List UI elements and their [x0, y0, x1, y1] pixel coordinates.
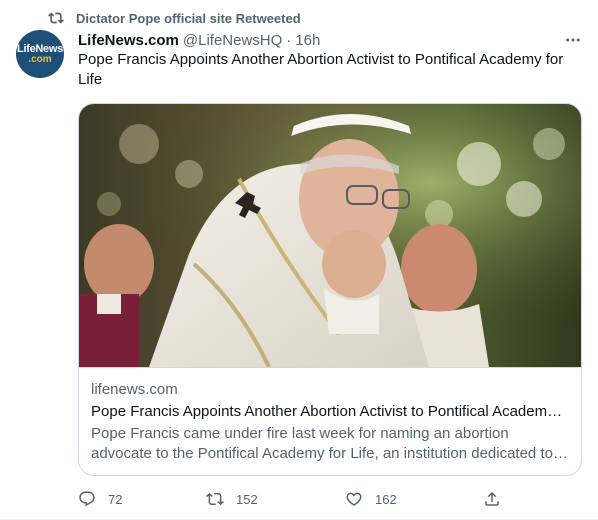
- retweet-icon: [48, 10, 64, 26]
- like-count: 162: [375, 491, 397, 507]
- tweet-text: Pope Francis Appoints Another Abortion A…: [78, 51, 564, 88]
- card-description: Pope Francis came under fire last week f…: [91, 425, 553, 462]
- card-meta: lifenews.com Pope Francis Appoints Anoth…: [79, 367, 581, 475]
- card-image[interactable]: [79, 104, 581, 368]
- tweet-header: LifeNews.com @LifeNewsHQ · 16h: [78, 30, 558, 50]
- retweet-context: Dictator Pope official site Retweeted: [48, 9, 301, 27]
- heart-icon: [346, 492, 362, 506]
- card-domain: lifenews.com: [91, 381, 178, 398]
- tweet-actions: 72 152 162: [78, 488, 508, 510]
- avatar-logo-text: LifeNews: [17, 42, 63, 55]
- retweet-label[interactable]: Dictator Pope official site Retweeted: [76, 11, 301, 26]
- share-button[interactable]: [483, 488, 513, 510]
- avatar-logo-suffix: .com: [28, 53, 52, 65]
- tweet-time[interactable]: 16h: [295, 32, 320, 49]
- more-options-icon[interactable]: [562, 30, 584, 50]
- retweet-count: 152: [236, 491, 258, 507]
- author-handle[interactable]: @LifeNewsHQ: [183, 32, 282, 49]
- link-card[interactable]: lifenews.com Pope Francis Appoints Anoth…: [78, 103, 582, 476]
- card-title: Pope Francis Appoints Another Abortion A…: [91, 403, 569, 420]
- separator-dot: ·: [286, 31, 292, 49]
- reply-button[interactable]: 72: [78, 488, 122, 510]
- like-button[interactable]: 162: [345, 488, 397, 510]
- reply-icon: [79, 491, 95, 507]
- avatar[interactable]: LifeNews .com: [16, 30, 64, 78]
- reply-count: 72: [108, 491, 123, 507]
- author-name[interactable]: LifeNews.com: [78, 32, 179, 49]
- tweet[interactable]: Dictator Pope official site Retweeted Li…: [0, 0, 598, 520]
- share-icon: [485, 491, 499, 506]
- retweet-icon: [206, 492, 224, 506]
- retweet-button[interactable]: 152: [206, 488, 258, 510]
